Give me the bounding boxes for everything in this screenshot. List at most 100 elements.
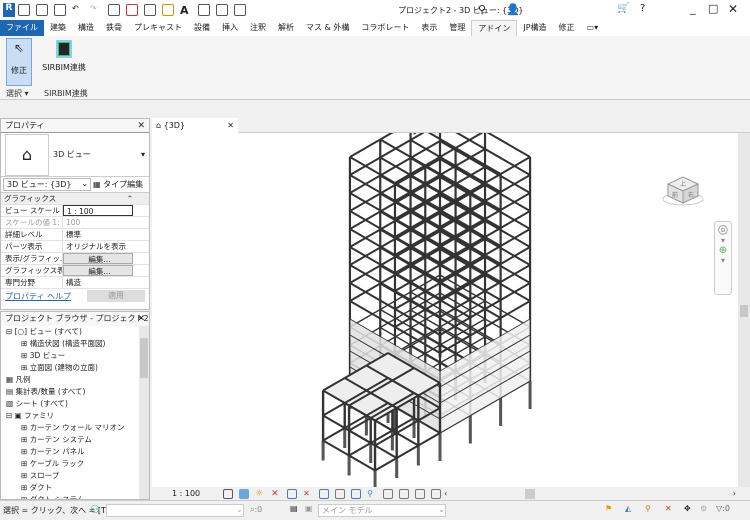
steering-wheel-icon[interactable]: ◎ bbox=[715, 222, 731, 236]
drag-on-selection-icon[interactable]: ✥ bbox=[684, 504, 691, 513]
apply-button[interactable]: 適用 bbox=[87, 290, 145, 302]
property-row[interactable]: スケールの値 1: 100 bbox=[1, 217, 149, 229]
user-icon[interactable]: 👤 bbox=[506, 3, 520, 16]
worksharing-icon[interactable]: ⚇ bbox=[90, 503, 100, 516]
expand-icon[interactable]: ⊞ bbox=[21, 435, 27, 444]
dropdown-icon[interactable]: ▾ bbox=[715, 236, 731, 245]
tab-7[interactable]: 注釈 bbox=[244, 20, 272, 36]
scroll-right-icon[interactable]: › bbox=[733, 489, 736, 498]
property-value[interactable]: 構造 bbox=[63, 277, 133, 288]
node-icon[interactable]: ⊟ [○] bbox=[6, 327, 27, 336]
select-underlay-icon[interactable]: ◭ bbox=[625, 504, 631, 513]
analytical-model-icon[interactable] bbox=[399, 488, 410, 499]
node-icon[interactable]: ▤ bbox=[6, 387, 13, 396]
measure-icon[interactable] bbox=[144, 4, 156, 16]
property-value[interactable]: 1 : 100 bbox=[63, 205, 133, 216]
expand-icon[interactable]: ⊞ bbox=[21, 459, 27, 468]
expand-icon[interactable]: ⊞ bbox=[21, 423, 27, 432]
group-header[interactable]: グラフィックス ⌃ bbox=[1, 193, 149, 205]
select-panel-label[interactable]: 選択 ▾ bbox=[6, 88, 29, 99]
tab-13[interactable]: アドイン bbox=[471, 20, 518, 36]
minimize-button[interactable]: _ bbox=[690, 2, 696, 15]
tab-11[interactable]: 表示 bbox=[415, 20, 443, 36]
shadows-icon[interactable]: ✕ bbox=[271, 489, 281, 499]
tab-4[interactable]: プレキャスト bbox=[128, 20, 188, 36]
section-icon[interactable] bbox=[216, 4, 228, 16]
view-scale[interactable]: 1 : 100 bbox=[172, 489, 200, 498]
property-row[interactable]: パーツ表示 オリジナルを表示 bbox=[1, 241, 149, 253]
lock-view-icon[interactable] bbox=[335, 488, 346, 499]
filter-icon[interactable]: ▽:0 bbox=[716, 504, 730, 513]
switch-windows-icon[interactable] bbox=[234, 4, 246, 16]
vertical-scrollbar[interactable] bbox=[738, 133, 750, 487]
close-icon[interactable]: ✕ bbox=[137, 312, 145, 326]
scroll-left-icon[interactable]: ‹ bbox=[444, 489, 447, 498]
ribbon-options-icon[interactable]: ▭▾ bbox=[581, 20, 605, 36]
tab-5[interactable]: 設備 bbox=[188, 20, 216, 36]
properties-help-link[interactable]: プロパティ ヘルプ bbox=[1, 291, 71, 302]
tab-12[interactable]: 管理 bbox=[443, 20, 471, 36]
tree-item[interactable]: ▤ 集計表/数量 (すべて) bbox=[1, 386, 149, 398]
print-icon[interactable] bbox=[108, 4, 120, 16]
tree-item[interactable]: ▦ 凡例 bbox=[1, 374, 149, 386]
close-tab-icon[interactable]: ✕ bbox=[227, 118, 234, 133]
tree-item[interactable]: ⊞ カーテン パネル bbox=[1, 446, 149, 458]
tree-item[interactable]: ⊞ 立面図 (建物の立面) bbox=[1, 362, 149, 374]
browser-scrollbar[interactable] bbox=[139, 326, 149, 499]
binoculars-icon[interactable]: ⚲ bbox=[478, 3, 486, 16]
cube-front[interactable]: 前 bbox=[672, 191, 678, 199]
node-icon[interactable]: ▧ bbox=[6, 399, 13, 408]
property-value[interactable]: オリジナルを表示 bbox=[63, 241, 133, 252]
property-row[interactable]: 表示/グラフィッ... 編集... bbox=[1, 253, 149, 265]
text-icon[interactable]: A bbox=[180, 4, 192, 17]
workset-dropdown[interactable]: ⌄ bbox=[106, 504, 244, 517]
property-row[interactable]: 詳細レベル 標準 bbox=[1, 229, 149, 241]
undo-icon[interactable]: ↶ bbox=[72, 4, 84, 16]
property-value[interactable]: 編集... bbox=[63, 265, 133, 276]
help-icon[interactable]: ? bbox=[640, 3, 645, 14]
tab-14[interactable]: JP構造 bbox=[517, 20, 552, 36]
temp-hide-icon[interactable] bbox=[351, 488, 362, 499]
tree-item[interactable]: ⊟ ▣ ファミリ bbox=[1, 410, 149, 422]
property-row[interactable]: ビュー スケール 1 : 100 bbox=[1, 205, 149, 217]
revit-logo[interactable]: R bbox=[3, 3, 15, 17]
dimension-icon[interactable] bbox=[162, 4, 174, 16]
expand-icon[interactable]: ⊞ bbox=[21, 471, 27, 480]
tab-6[interactable]: 挿入 bbox=[216, 20, 244, 36]
sun-path-icon[interactable]: ☼ bbox=[255, 489, 265, 499]
sirbim-button[interactable]: SIRBIM連携 bbox=[42, 38, 86, 73]
type-selector[interactable]: ⌂ 3D ビュー ▾ bbox=[1, 133, 149, 177]
zoom-icon[interactable]: ⊕ bbox=[715, 245, 731, 256]
expand-icon[interactable]: ⊞ bbox=[21, 339, 27, 348]
view-tab-3d[interactable]: ⌂ {3D} ✕ bbox=[152, 118, 238, 133]
tree-item[interactable]: ▧ シート (すべて) bbox=[1, 398, 149, 410]
redo-icon[interactable]: ↷ bbox=[90, 4, 102, 16]
tab-1[interactable]: 建築 bbox=[44, 20, 72, 36]
save-icon[interactable] bbox=[36, 4, 48, 16]
dropdown-icon[interactable]: ▾ bbox=[715, 256, 731, 265]
constraints-icon[interactable] bbox=[415, 488, 426, 499]
tab-15[interactable]: 修正 bbox=[553, 20, 581, 36]
select-by-face-icon[interactable]: ✕ bbox=[665, 504, 672, 513]
detail-level-icon[interactable] bbox=[223, 488, 234, 499]
property-row[interactable]: グラフィックス表...編集... bbox=[1, 265, 149, 277]
tree-item[interactable]: ⊞ カーテン システム bbox=[1, 434, 149, 446]
tree-item[interactable]: ⊞ 構造伏図 (構造平面図) bbox=[1, 338, 149, 350]
view-selector[interactable]: 3D ビュー: {3D} ⌄ bbox=[3, 178, 91, 191]
maximize-button[interactable]: □ bbox=[708, 2, 718, 15]
crop-icon[interactable]: ✕ bbox=[303, 489, 313, 499]
expand-icon[interactable]: ⊞ bbox=[21, 447, 27, 456]
tab-0[interactable]: ファイル bbox=[0, 20, 44, 36]
expand-icon[interactable]: ⊞ bbox=[21, 363, 27, 372]
property-value[interactable]: 標準 bbox=[63, 229, 133, 240]
cube-top[interactable]: 上 bbox=[680, 180, 686, 188]
visual-style-icon[interactable] bbox=[239, 488, 250, 499]
tab-8[interactable]: 解析 bbox=[272, 20, 300, 36]
edit-type-button[interactable]: ▦ タイプ編集 bbox=[93, 179, 143, 190]
render-icon[interactable] bbox=[287, 488, 298, 499]
property-value[interactable]: 編集... bbox=[63, 253, 133, 264]
3d-view-icon[interactable] bbox=[198, 4, 210, 16]
sync-icon[interactable] bbox=[54, 4, 66, 16]
select-links-icon[interactable]: ⚑ bbox=[605, 504, 612, 513]
3d-viewport[interactable]: 上 前 右 ◎ ▾ ⊕ ▾ bbox=[152, 104, 750, 491]
